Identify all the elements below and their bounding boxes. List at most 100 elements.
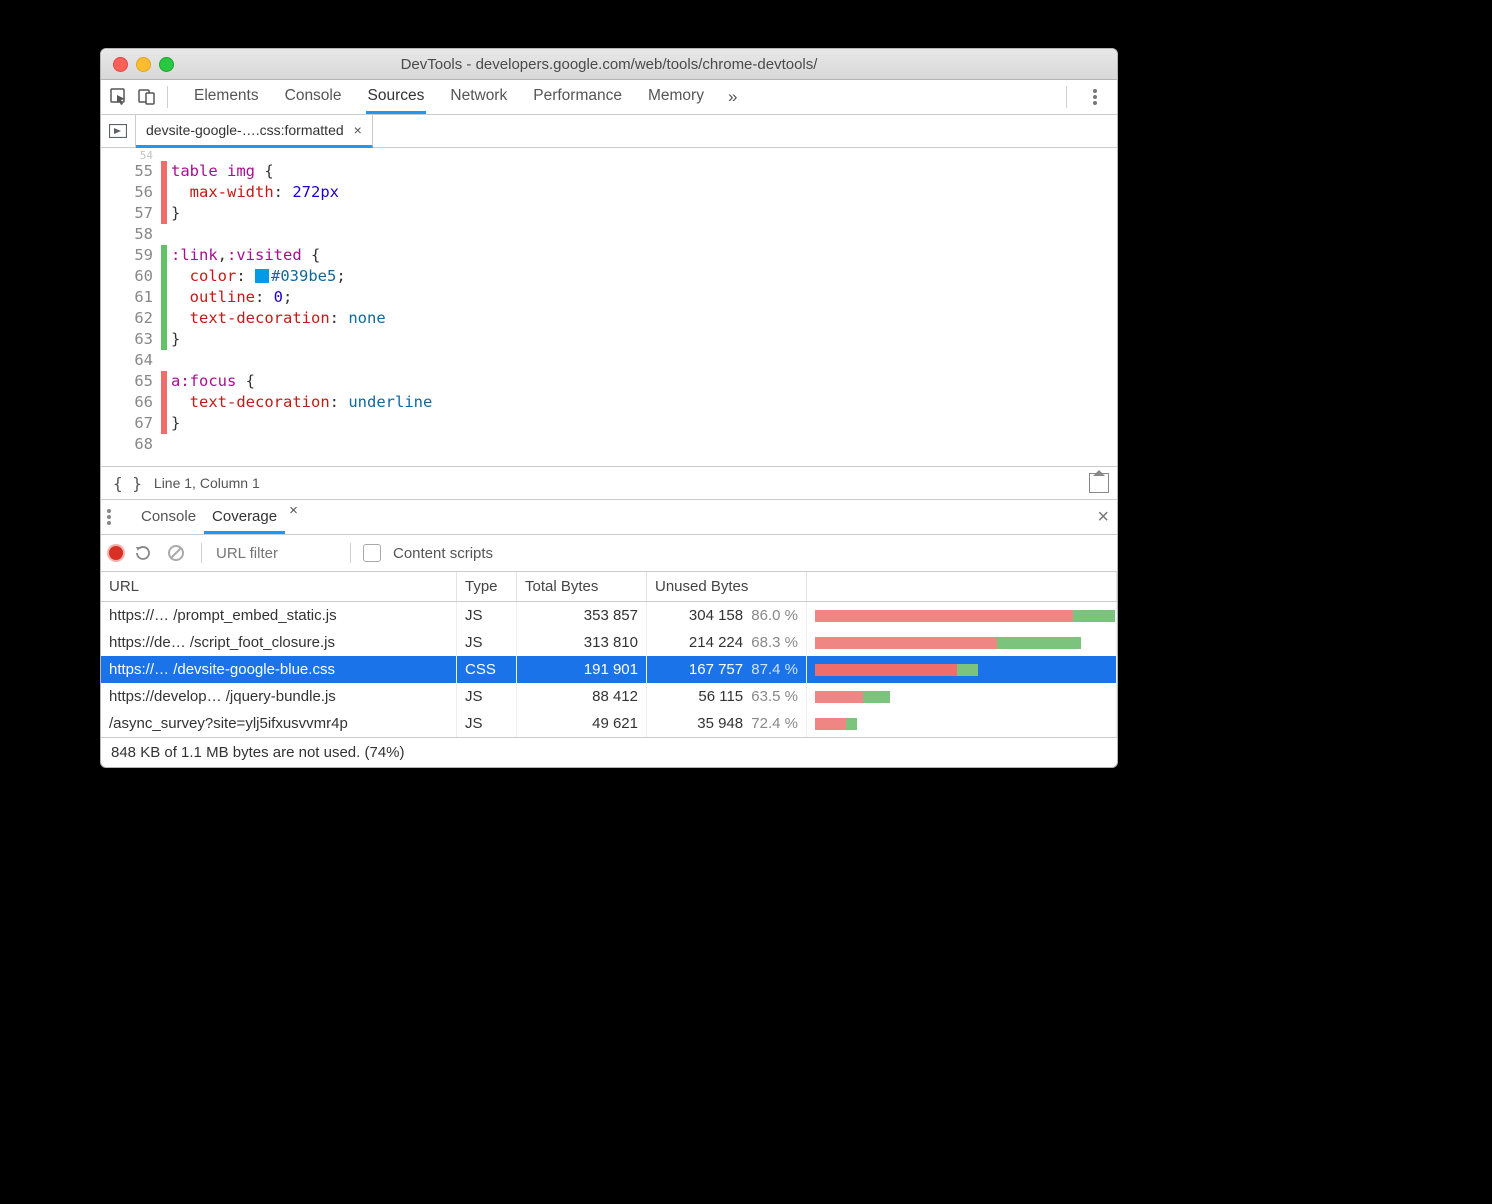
tab-elements[interactable]: Elements	[192, 81, 261, 114]
line-number-gutter: 545556575859606162636465666768	[101, 150, 161, 458]
code-line: text-decoration: underline	[171, 392, 1117, 413]
cell-type: JS	[457, 629, 517, 656]
traffic-lights	[101, 57, 174, 72]
partial-line	[101, 452, 1117, 466]
cell-total: 313 810	[517, 629, 647, 656]
cell-type: JS	[457, 683, 517, 710]
th-unused[interactable]: Unused Bytes	[647, 572, 807, 602]
cell-url: https://develop… /jquery-bundle.js	[101, 683, 457, 710]
editor-statusbar: { } Line 1, Column 1	[101, 466, 1117, 500]
code-column: table img { max-width: 272px} :link,:visi…	[167, 150, 1117, 458]
tab-memory[interactable]: Memory	[646, 81, 706, 114]
code-line: max-width: 272px	[171, 182, 1117, 203]
coverage-table-header: URL Type Total Bytes Unused Bytes	[101, 572, 1117, 602]
th-total[interactable]: Total Bytes	[517, 572, 647, 602]
content-scripts-label: Content scripts	[393, 545, 493, 562]
content-scripts-checkbox[interactable]	[363, 544, 381, 562]
coverage-row[interactable]: https://… /prompt_embed_static.jsJS353 8…	[101, 602, 1117, 630]
cell-bar	[807, 656, 1117, 683]
titlebar: DevTools - developers.google.com/web/too…	[101, 49, 1117, 80]
reload-icon[interactable]	[129, 545, 157, 561]
th-url[interactable]: URL	[101, 572, 457, 602]
tab-console[interactable]: Console	[283, 81, 344, 114]
cell-unused: 35 948 72.4 %	[647, 710, 807, 737]
coverage-summary: 848 KB of 1.1 MB bytes are not used. (74…	[101, 737, 1117, 767]
more-tabs-icon[interactable]: »	[728, 87, 737, 107]
panel-tabs: Elements Console Sources Network Performance…	[192, 81, 706, 114]
code-line: color: #039be5;	[171, 266, 1117, 287]
code-line	[171, 350, 1117, 371]
cell-total: 191 901	[517, 656, 647, 683]
drawer-tab-close-icon[interactable]: ×	[289, 502, 298, 533]
drawer-close-icon[interactable]: ×	[1097, 506, 1117, 529]
settings-kebab-icon[interactable]	[1081, 85, 1109, 109]
cell-unused: 214 224 68.3 %	[647, 629, 807, 656]
close-tab-icon[interactable]: ×	[354, 122, 362, 138]
pretty-print-icon[interactable]: { }	[109, 474, 154, 493]
tab-network[interactable]: Network	[448, 81, 509, 114]
file-tabs-bar: devsite-google-….css:formatted ×	[101, 115, 1117, 148]
tab-sources[interactable]: Sources	[366, 81, 427, 114]
devtools-window: DevTools - developers.google.com/web/too…	[100, 48, 1118, 768]
coverage-row[interactable]: https://develop… /jquery-bundle.jsJS88 4…	[101, 683, 1117, 710]
coverage-row[interactable]: https://… /devsite-google-blue.cssCSS191…	[101, 656, 1117, 683]
code-line: }	[171, 329, 1117, 350]
cell-type: CSS	[457, 656, 517, 683]
tab-performance[interactable]: Performance	[531, 81, 624, 114]
inspect-element-icon[interactable]	[105, 85, 133, 109]
window-title: DevTools - developers.google.com/web/too…	[101, 56, 1117, 73]
divider	[201, 543, 202, 563]
th-type[interactable]: Type	[457, 572, 517, 602]
cell-url: https://de… /script_foot_closure.js	[101, 629, 457, 656]
code-line: text-decoration: none	[171, 308, 1117, 329]
cell-total: 88 412	[517, 683, 647, 710]
cell-total: 353 857	[517, 602, 647, 630]
code-line: }	[171, 413, 1117, 434]
cell-url: /async_survey?site=ylj5ifxusvvmr4p	[101, 710, 457, 737]
device-toolbar-icon[interactable]	[133, 85, 161, 109]
file-tab-label: devsite-google-….css:formatted	[146, 122, 344, 138]
code-line: table img {	[171, 161, 1117, 182]
code-line: outline: 0;	[171, 287, 1117, 308]
cursor-position: Line 1, Column 1	[154, 475, 260, 491]
record-button[interactable]	[109, 546, 123, 560]
cell-total: 49 621	[517, 710, 647, 737]
window-zoom-button[interactable]	[159, 57, 174, 72]
drawer-tabs-row: ConsoleCoverage× ×	[101, 500, 1117, 535]
drawer-tab-coverage[interactable]: Coverage	[204, 502, 285, 534]
coverage-row[interactable]: /async_survey?site=ylj5ifxusvvmr4pJS49 6…	[101, 710, 1117, 737]
code-line: a:focus {	[171, 371, 1117, 392]
divider	[350, 543, 351, 563]
file-tab[interactable]: devsite-google-….css:formatted ×	[136, 115, 373, 148]
code-line: :link,:visited {	[171, 245, 1117, 266]
coverage-table: URL Type Total Bytes Unused Bytes https:…	[101, 572, 1117, 737]
cell-type: JS	[457, 602, 517, 630]
show-sidebar-icon[interactable]	[1089, 473, 1109, 493]
code-line	[171, 224, 1117, 245]
cell-bar	[807, 602, 1117, 630]
cell-unused: 56 115 63.5 %	[647, 683, 807, 710]
coverage-row[interactable]: https://de… /script_foot_closure.jsJS313…	[101, 629, 1117, 656]
th-bar[interactable]	[807, 572, 1117, 602]
panel-tabs-row: Elements Console Sources Network Performance…	[101, 80, 1117, 115]
cell-unused: 304 158 86.0 %	[647, 602, 807, 630]
cell-bar	[807, 710, 1117, 737]
url-filter-input[interactable]	[214, 544, 338, 563]
cell-bar	[807, 629, 1117, 656]
cell-url: https://… /devsite-google-blue.css	[101, 656, 457, 683]
drawer-menu-icon[interactable]	[107, 509, 133, 525]
clear-icon[interactable]	[163, 544, 189, 562]
navigator-toggle-icon[interactable]	[101, 115, 136, 147]
coverage-toolbar: Content scripts	[101, 535, 1117, 572]
divider	[1066, 86, 1067, 108]
cell-url: https://… /prompt_embed_static.js	[101, 602, 457, 630]
window-minimize-button[interactable]	[136, 57, 151, 72]
source-editor[interactable]: 545556575859606162636465666768 table img…	[101, 148, 1117, 466]
cell-unused: 167 757 87.4 %	[647, 656, 807, 683]
code-line: }	[171, 203, 1117, 224]
drawer-tab-console[interactable]: Console	[133, 502, 204, 533]
cell-type: JS	[457, 710, 517, 737]
divider	[167, 86, 168, 108]
window-close-button[interactable]	[113, 57, 128, 72]
cell-bar	[807, 683, 1117, 710]
